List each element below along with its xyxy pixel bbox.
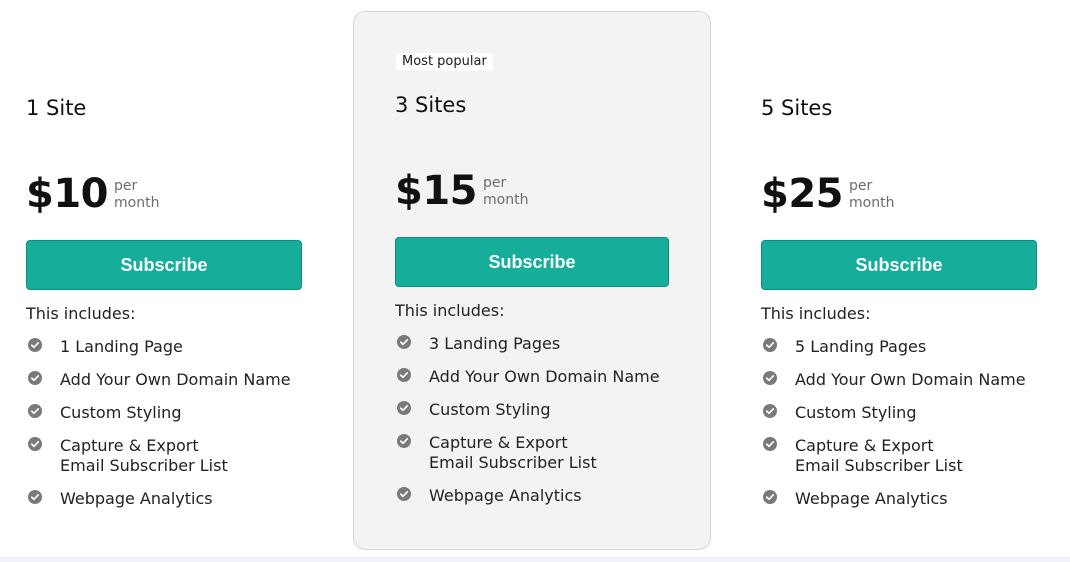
- feature-list: 3 Landing Pages Add Your Own Domain Name…: [397, 334, 667, 519]
- feature-item: 5 Landing Pages: [763, 337, 1033, 357]
- most-popular-badge: Most popular: [396, 53, 493, 71]
- check-circle-icon: [28, 338, 42, 352]
- feature-item: Capture & Export Email Subscriber List: [28, 436, 238, 476]
- plan-price: $25: [761, 171, 844, 217]
- price-period: per month: [483, 173, 528, 209]
- feature-text: Webpage Analytics: [429, 486, 582, 505]
- check-circle-icon: [28, 404, 42, 418]
- feature-item: Capture & Export Email Subscriber List: [763, 436, 973, 476]
- period-month: month: [849, 195, 895, 211]
- plan-price: $15: [395, 168, 478, 214]
- plan-price: $10: [26, 171, 109, 217]
- feature-item: 3 Landing Pages: [397, 334, 667, 354]
- check-circle-icon: [397, 487, 411, 501]
- feature-item: 1 Landing Page: [28, 337, 298, 357]
- period-month: month: [483, 192, 529, 208]
- feature-text: Webpage Analytics: [795, 489, 948, 508]
- feature-text: Custom Styling: [60, 403, 182, 422]
- period-per: per: [849, 178, 873, 194]
- feature-item: Webpage Analytics: [763, 489, 1033, 509]
- feature-item: Custom Styling: [763, 403, 1033, 423]
- subscribe-button[interactable]: Subscribe: [395, 237, 669, 287]
- plan-name: 3 Sites: [395, 93, 467, 117]
- feature-text: Capture & Export Email Subscriber List: [60, 436, 228, 475]
- check-circle-icon: [28, 371, 42, 385]
- feature-text: 1 Landing Page: [60, 337, 183, 356]
- feature-item: Webpage Analytics: [397, 486, 667, 506]
- check-circle-icon: [763, 437, 777, 451]
- price-period: per month: [114, 176, 159, 212]
- check-circle-icon: [397, 434, 411, 448]
- page-bottom-strip: [0, 557, 1070, 562]
- feature-item: Add Your Own Domain Name: [28, 370, 298, 390]
- check-circle-icon: [397, 335, 411, 349]
- feature-text: Add Your Own Domain Name: [60, 370, 291, 389]
- price-row: $15 per month: [395, 169, 528, 213]
- pricing-card-3-sites: Most popular 3 Sites $15 per month Subsc…: [353, 11, 711, 550]
- feature-text: Custom Styling: [795, 403, 917, 422]
- plan-name: 1 Site: [26, 96, 87, 120]
- period-month: month: [114, 195, 160, 211]
- check-circle-icon: [763, 490, 777, 504]
- check-circle-icon: [763, 371, 777, 385]
- period-per: per: [483, 175, 507, 191]
- plan-name: 5 Sites: [761, 96, 833, 120]
- feature-text: Capture & Export Email Subscriber List: [429, 433, 597, 472]
- pricing-card-1-site: 1 Site $10 per month Subscribe This incl…: [26, 0, 316, 550]
- price-row: $25 per month: [761, 172, 894, 216]
- check-circle-icon: [763, 338, 777, 352]
- feature-item: Webpage Analytics: [28, 489, 298, 509]
- subscribe-button[interactable]: Subscribe: [26, 240, 302, 290]
- feature-item: Capture & Export Email Subscriber List: [397, 433, 607, 473]
- feature-text: 3 Landing Pages: [429, 334, 561, 353]
- check-circle-icon: [763, 404, 777, 418]
- feature-item: Custom Styling: [397, 400, 667, 420]
- includes-label: This includes:: [761, 304, 871, 323]
- check-circle-icon: [28, 437, 42, 451]
- check-circle-icon: [397, 401, 411, 415]
- price-row: $10 per month: [26, 172, 159, 216]
- feature-item: Add Your Own Domain Name: [397, 367, 667, 387]
- feature-item: Custom Styling: [28, 403, 298, 423]
- feature-text: 5 Landing Pages: [795, 337, 927, 356]
- feature-item: Add Your Own Domain Name: [763, 370, 1033, 390]
- feature-text: Custom Styling: [429, 400, 551, 419]
- feature-list: 5 Landing Pages Add Your Own Domain Name…: [763, 337, 1033, 522]
- check-circle-icon: [397, 368, 411, 382]
- feature-text: Capture & Export Email Subscriber List: [795, 436, 963, 475]
- price-period: per month: [849, 176, 894, 212]
- period-per: per: [114, 178, 138, 194]
- subscribe-button[interactable]: Subscribe: [761, 240, 1037, 290]
- includes-label: This includes:: [395, 301, 505, 320]
- feature-text: Add Your Own Domain Name: [429, 367, 660, 386]
- feature-text: Add Your Own Domain Name: [795, 370, 1026, 389]
- feature-text: Webpage Analytics: [60, 489, 213, 508]
- pricing-card-5-sites: 5 Sites $25 per month Subscribe This inc…: [761, 0, 1051, 550]
- feature-list: 1 Landing Page Add Your Own Domain Name …: [28, 337, 298, 522]
- includes-label: This includes:: [26, 304, 136, 323]
- check-circle-icon: [28, 490, 42, 504]
